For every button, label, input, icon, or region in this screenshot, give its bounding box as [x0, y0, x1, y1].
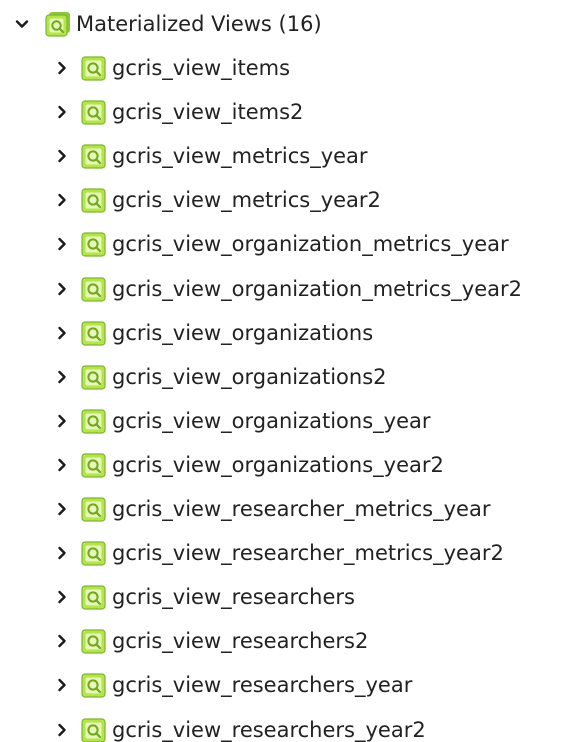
chevron-right-icon[interactable] — [52, 720, 72, 740]
chevron-down-icon[interactable] — [12, 14, 32, 34]
tree-node-view[interactable]: gcris_view_researcher_metrics_year — [52, 489, 490, 529]
tree-node-view[interactable]: gcris_view_organizations — [52, 313, 373, 353]
tree-node-view[interactable]: gcris_view_organizations2 — [52, 357, 387, 397]
materialized-view-icon — [80, 407, 108, 435]
materialized-view-icon — [80, 451, 108, 479]
tree-node-label: gcris_view_metrics_year2 — [112, 188, 381, 212]
materialized-view-icon — [44, 10, 72, 38]
tree-node-label: gcris_view_researchers_year — [112, 673, 413, 697]
tree-node-materialized-views[interactable]: Materialized Views (16) — [12, 4, 322, 44]
tree-node-label: Materialized Views (16) — [76, 12, 322, 36]
materialized-view-icon — [80, 716, 108, 742]
chevron-right-icon[interactable] — [52, 102, 72, 122]
chevron-right-icon[interactable] — [52, 58, 72, 78]
chevron-right-icon[interactable] — [52, 146, 72, 166]
materialized-views-tree: Materialized Views (16) gcris_view_items… — [0, 0, 576, 742]
materialized-view-icon — [80, 275, 108, 303]
tree-node-label: gcris_view_researcher_metrics_year2 — [112, 541, 504, 565]
tree-node-view[interactable]: gcris_view_organizations_year — [52, 401, 431, 441]
tree-node-label: gcris_view_organizations — [112, 321, 374, 345]
materialized-view-icon — [80, 583, 108, 611]
materialized-view-icon — [80, 495, 108, 523]
tree-node-view[interactable]: gcris_view_organizations_year2 — [52, 445, 444, 485]
tree-node-label: gcris_view_items2 — [112, 100, 304, 124]
chevron-right-icon[interactable] — [52, 323, 72, 343]
chevron-right-icon[interactable] — [52, 499, 72, 519]
chevron-right-icon[interactable] — [52, 675, 72, 695]
tree-node-view[interactable]: gcris_view_organization_metrics_year — [52, 224, 509, 264]
materialized-view-icon — [80, 319, 108, 347]
tree-node-label: gcris_view_researchers2 — [112, 629, 369, 653]
tree-node-view[interactable]: gcris_view_metrics_year2 — [52, 180, 381, 220]
materialized-view-icon — [80, 627, 108, 655]
chevron-right-icon[interactable] — [52, 411, 72, 431]
tree-node-label: gcris_view_researchers_year2 — [112, 718, 426, 742]
chevron-right-icon[interactable] — [52, 587, 72, 607]
tree-node-view[interactable]: gcris_view_items2 — [52, 92, 303, 132]
tree-node-view[interactable]: gcris_view_organization_metrics_year2 — [52, 269, 522, 309]
chevron-right-icon[interactable] — [52, 543, 72, 563]
tree-node-label: gcris_view_organizations_year2 — [112, 453, 444, 477]
chevron-right-icon[interactable] — [52, 455, 72, 475]
materialized-view-icon — [80, 98, 108, 126]
tree-node-label: gcris_view_organization_metrics_year — [112, 232, 509, 256]
chevron-right-icon[interactable] — [52, 631, 72, 651]
materialized-view-icon — [80, 539, 108, 567]
materialized-view-icon — [80, 186, 108, 214]
chevron-right-icon[interactable] — [52, 279, 72, 299]
materialized-view-icon — [80, 671, 108, 699]
tree-node-label: gcris_view_researcher_metrics_year — [112, 497, 491, 521]
tree-node-label: gcris_view_organizations_year — [112, 409, 431, 433]
tree-node-view[interactable]: gcris_view_researcher_metrics_year2 — [52, 533, 504, 573]
tree-node-label: gcris_view_organization_metrics_year2 — [112, 277, 522, 301]
tree-node-view[interactable]: gcris_view_researchers2 — [52, 621, 368, 661]
chevron-right-icon[interactable] — [52, 234, 72, 254]
materialized-view-icon — [80, 363, 108, 391]
materialized-view-icon — [80, 54, 108, 82]
tree-node-label: gcris_view_metrics_year — [112, 144, 368, 168]
tree-node-view[interactable]: gcris_view_items — [52, 48, 290, 88]
chevron-right-icon[interactable] — [52, 190, 72, 210]
materialized-view-icon — [80, 142, 108, 170]
tree-node-view[interactable]: gcris_view_metrics_year — [52, 136, 368, 176]
tree-node-view[interactable]: gcris_view_researchers — [52, 577, 355, 617]
tree-node-label: gcris_view_items — [112, 56, 291, 80]
materialized-view-icon — [80, 230, 108, 258]
tree-node-label: gcris_view_researchers — [112, 585, 355, 609]
tree-node-view[interactable]: gcris_view_researchers_year2 — [52, 710, 426, 742]
tree-node-label: gcris_view_organizations2 — [112, 365, 387, 389]
chevron-right-icon[interactable] — [52, 367, 72, 387]
tree-node-view[interactable]: gcris_view_researchers_year — [52, 665, 412, 705]
